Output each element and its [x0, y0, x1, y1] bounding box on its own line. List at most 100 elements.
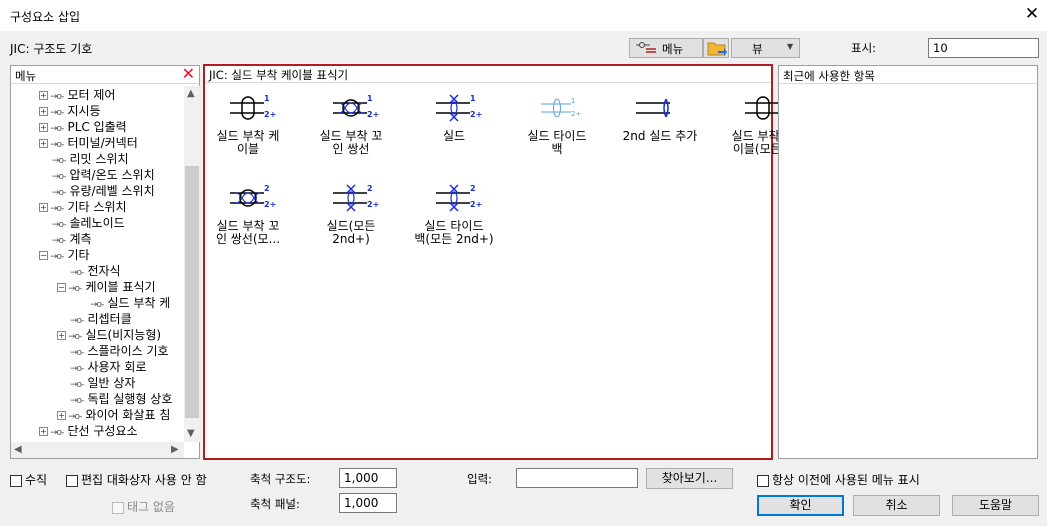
tree-item-label: 와이어 화살표 침 — [85, 408, 171, 422]
tree-item-label: 일반 상자 — [87, 376, 136, 390]
tree-item[interactable]: →o- 전자식 — [70, 263, 121, 279]
tree-item[interactable]: + →o- 와이어 화살표 침 — [57, 407, 170, 423]
tree-item[interactable]: →o- 유량/레벨 스위치 — [52, 183, 155, 199]
close-button[interactable]: ✕ — [1022, 4, 1042, 24]
symbol-item[interactable]: 2 2+ 실드(모든 2nd+) — [308, 182, 394, 246]
tree-item[interactable]: − →o- 기타 — [39, 247, 90, 263]
symbol-item[interactable]: 1 2+ 실드 타이드 백 — [514, 92, 600, 156]
menu-button-label: 메뉴 — [662, 42, 684, 56]
svg-text:2: 2 — [470, 184, 476, 193]
no-tag-label: 태그 없음 — [127, 500, 175, 514]
expand-icon[interactable]: + — [39, 123, 48, 132]
tree-item[interactable]: + →o- 단선 구성요소 — [39, 423, 138, 439]
menu-tree[interactable]: + →o- 모터 제어 + →o- 지시등 + →o- PLC 입출력 + →o- 터미널/커넥터 →o… — [11, 86, 183, 442]
help-button[interactable]: 도움말 — [952, 495, 1039, 516]
scale-panel-input[interactable]: 1,000 — [339, 493, 397, 513]
scroll-thumb[interactable] — [185, 166, 199, 418]
expand-icon[interactable]: + — [57, 331, 66, 340]
no-tag-checkbox-group: 태그 없음 — [112, 498, 175, 515]
symbol-item[interactable]: 1 2+ 실드 부착 꼬인 쌍선 — [308, 92, 394, 156]
recent-panel: 최근에 사용한 항목 — [778, 65, 1038, 459]
tree-item-label: 사용자 회로 — [87, 360, 147, 374]
svg-text:2: 2 — [264, 184, 270, 193]
tree-item-label: 모터 제어 — [67, 88, 116, 102]
no-edit-dialog-label: 편집 대화상자 사용 안 함 — [81, 473, 207, 487]
shield-tie-back-icon: 1 2+ — [514, 92, 600, 126]
symbol-label-line2: 백 — [551, 142, 563, 156]
no-edit-dialog-checkbox-group[interactable]: 편집 대화상자 사용 안 함 — [66, 471, 207, 488]
tree-item[interactable]: →o- 일반 상자 — [70, 375, 135, 391]
tree-item[interactable]: + →o- 모터 제어 — [39, 87, 115, 103]
symbol-item[interactable]: 2 2+ 실드 타이드 백(모든 2nd+) — [411, 182, 497, 246]
tree-node-icon: →o- — [50, 428, 65, 438]
tree-item-label: 리밋 스위치 — [69, 152, 129, 166]
scroll-up-icon[interactable]: ▲ — [187, 88, 195, 99]
svg-text:2+: 2+ — [470, 110, 482, 119]
expand-icon[interactable]: + — [39, 91, 48, 100]
tree-item[interactable]: →o- 계측 — [52, 231, 92, 247]
cancel-button[interactable]: 취소 — [853, 495, 940, 516]
menu-panel-title: 메뉴 — [15, 69, 37, 83]
scroll-left-icon[interactable]: ◀ — [14, 444, 22, 455]
menu-button[interactable]: 메뉴 — [629, 38, 703, 58]
tree-item[interactable]: + →o- 기타 스위치 — [39, 199, 126, 215]
no-edit-dialog-checkbox[interactable] — [66, 474, 78, 487]
expand-icon[interactable]: + — [39, 139, 48, 148]
tree-item-label: 케이블 표식기 — [85, 280, 156, 294]
show-label: 표시: — [851, 41, 877, 55]
menu-symbol-icon — [634, 40, 660, 59]
tree-item[interactable]: →o- 리셉터클 — [70, 311, 132, 327]
browse-button[interactable]: 찾아보기... — [646, 468, 733, 489]
svg-text:1: 1 — [367, 94, 373, 103]
tree-item[interactable]: →o- 실드 부착 케 — [90, 295, 170, 311]
expand-icon[interactable]: + — [57, 411, 66, 420]
vertical-checkbox[interactable] — [10, 474, 22, 487]
shield-icon: 1 2+ — [411, 92, 497, 126]
recent-panel-title: 최근에 사용한 항목 — [783, 69, 875, 83]
svg-text:1: 1 — [571, 97, 575, 105]
tree-item[interactable]: →o- 리밋 스위치 — [52, 151, 128, 167]
shield-twisted-pair-icon: 1 2+ — [308, 92, 394, 126]
tree-item[interactable]: + →o- 터미널/커넥터 — [39, 135, 138, 151]
expand-icon[interactable]: + — [39, 203, 48, 212]
always-show-checkbox[interactable] — [757, 474, 769, 487]
vertical-checkbox-group[interactable]: 수직 — [10, 471, 47, 488]
scroll-right-icon[interactable]: ▶ — [171, 444, 179, 455]
tree-item[interactable]: →o- 솔레노이드 — [52, 215, 125, 231]
collapse-icon[interactable]: − — [39, 251, 48, 260]
tree-item[interactable]: + →o- 실드(비지능형) — [57, 327, 161, 343]
tree-item[interactable]: →o- 사용자 회로 — [70, 359, 146, 375]
view-dropdown-label: 뷰 — [752, 42, 763, 56]
symbol-item[interactable]: 2nd 실드 추가 — [617, 92, 703, 143]
tree-item[interactable]: + →o- 지시등 — [39, 103, 101, 119]
tree-item[interactable]: − →o- 케이블 표식기 — [57, 279, 156, 295]
ok-button[interactable]: 확인 — [757, 495, 844, 516]
symbol-item[interactable]: 1 2+ 실드 — [411, 92, 497, 143]
scroll-down-icon[interactable]: ▼ — [187, 428, 195, 439]
symbol-item[interactable]: 2 2+ 실드 부착 꼬인 쌍선(모... — [205, 182, 291, 246]
tree-item[interactable]: + →o- PLC 입출력 — [39, 119, 127, 135]
add-2nd-shield-icon — [617, 92, 703, 126]
folder-button[interactable] — [703, 38, 729, 58]
view-dropdown[interactable]: 뷰 ▼ — [731, 38, 800, 58]
always-show-checkbox-group[interactable]: 항상 이전에 사용된 메뉴 표시 — [757, 471, 920, 488]
svg-text:1: 1 — [264, 94, 270, 103]
expand-icon[interactable]: + — [39, 427, 48, 436]
tree-item[interactable]: →o- 압력/온도 스위치 — [52, 167, 155, 183]
show-count-input[interactable]: 10 — [928, 38, 1039, 58]
symbol-item[interactable]: 1 2+ 실드 부착 케 이블 — [205, 92, 291, 156]
symbol-label-line2: 인 쌍선(모... — [215, 232, 281, 246]
tree-item[interactable]: →o- 독립 실행형 상호 — [70, 391, 172, 407]
recent-panel-header: 최근에 사용한 항목 — [779, 66, 1037, 84]
input-field[interactable] — [516, 468, 638, 488]
tree-item[interactable]: →o- 스플라이스 기호 — [70, 343, 169, 359]
shield-cable-icon: 1 2+ — [205, 92, 291, 126]
scale-schematic-input[interactable]: 1,000 — [339, 468, 397, 488]
svg-text:2+: 2+ — [367, 200, 379, 209]
close-menu-icon[interactable]: ✕ — [182, 64, 195, 83]
menu-tree-vertical-scrollbar[interactable]: ▲ ▼ — [184, 86, 200, 442]
collapse-icon[interactable]: − — [57, 283, 66, 292]
expand-icon[interactable]: + — [39, 107, 48, 116]
symbols-panel-title: JIC: 실드 부착 케이블 표식기 — [209, 68, 349, 82]
menu-tree-horizontal-scrollbar[interactable]: ◀ ▶ — [11, 442, 184, 458]
